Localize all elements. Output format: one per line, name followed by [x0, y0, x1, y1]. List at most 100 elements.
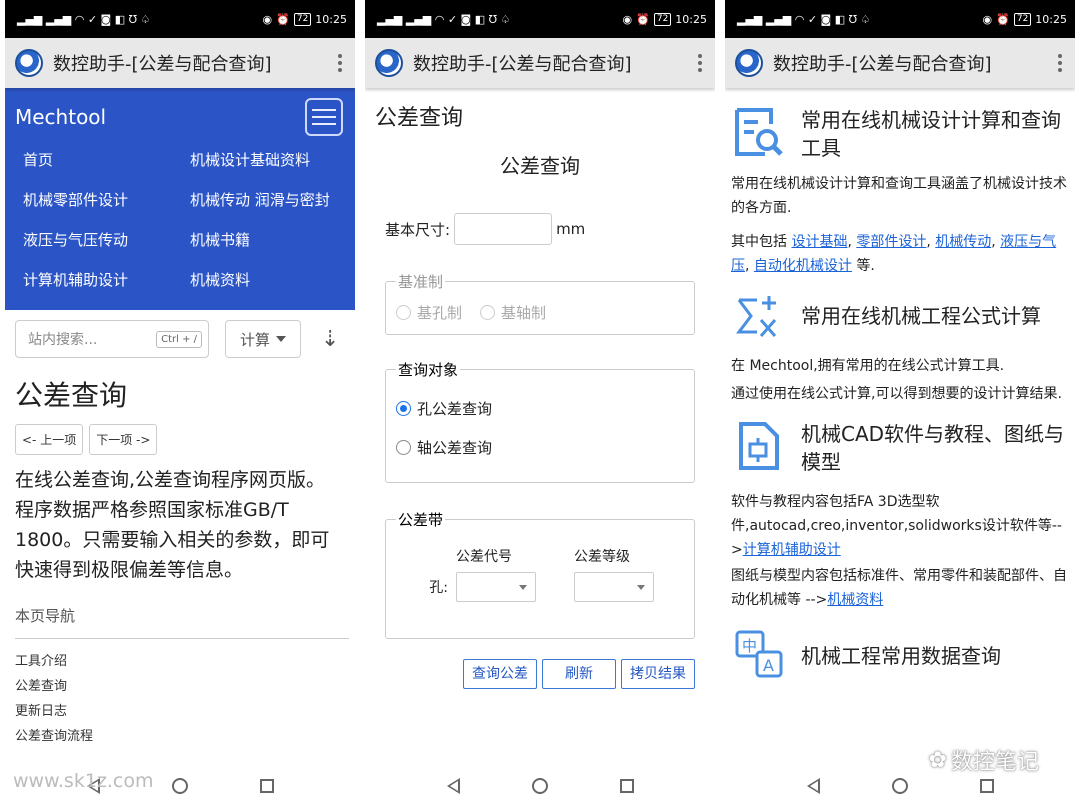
toc-item[interactable]: 工具介绍 — [15, 649, 355, 674]
cad-drawing-icon — [739, 422, 779, 470]
link-cad[interactable]: 计算机辅助设计 — [743, 542, 841, 558]
menu-item-materials[interactable]: 机械资料 — [190, 260, 355, 300]
overflow-menu-icon[interactable] — [1057, 54, 1063, 72]
tolerance-grade-select[interactable] — [574, 572, 654, 602]
expand-collapse-icon[interactable]: ⇣ — [321, 327, 339, 352]
menu-item-books[interactable]: 机械书籍 — [190, 220, 355, 260]
hamburger-icon[interactable] — [305, 98, 343, 136]
toc-item[interactable]: 更新日志 — [15, 699, 355, 724]
formula-sigma-icon — [736, 296, 777, 337]
watermark-text: 数控笔记 — [950, 750, 1039, 775]
base-system-group: 基准制 基孔制 基轴制 — [385, 271, 695, 335]
hole-basis-label: 基孔制 — [417, 304, 463, 322]
recents-icon[interactable] — [979, 779, 994, 793]
menu-item-cad[interactable]: 计算机辅助设计 — [23, 260, 190, 300]
toc-title: 本页导航 — [15, 605, 349, 639]
recents-icon[interactable] — [259, 779, 274, 793]
page-content: 公差查询 公差查询 基本尺寸: mm 基准制 基孔制 基轴制 查询对象 孔公差查… — [365, 88, 715, 762]
svg-text:A: A — [763, 656, 774, 675]
signal-icons: ▂▄▆ ▂▄▆ ◠ ✓ ◙ ◧ ℧ ♤ — [17, 12, 151, 26]
tools-links: 其中包括 设计基础, 零部件设计, 机械传动, 液压与气压, 自动化机械设计 等… — [731, 234, 1057, 274]
menu-item-design-basics[interactable]: 机械设计基础资料 — [190, 140, 355, 180]
status-bar: ▂▄▆ ▂▄▆ ◠ ✓ ◙ ◧ ℧ ♤ ◉ ⏰ 72 10:25 — [725, 0, 1075, 38]
link-transmission[interactable]: 机械传动 — [935, 234, 991, 250]
formulas-desc-1: 在 Mechtool,拥有常用的在线公式计算工具. — [731, 358, 1005, 374]
tolerance-code-select[interactable] — [456, 572, 536, 602]
calc-dropdown[interactable]: 计算 — [225, 320, 301, 358]
hole-basis-radio[interactable] — [396, 305, 411, 320]
copy-result-button[interactable]: 拷贝结果 — [621, 659, 695, 689]
tolerance-grade-header: 公差等级 — [574, 549, 630, 565]
shortcut-hint: Ctrl + / — [156, 330, 202, 348]
clock: 10:25 — [675, 12, 707, 26]
link-automation[interactable]: 自动化机械设计 — [754, 258, 852, 274]
base-system-legend: 基准制 — [398, 273, 444, 291]
link-components[interactable]: 零部件设计 — [856, 234, 926, 250]
cad-desc-2: 图纸与模型内容包括标准件、常用零件和装配部件、自动化机械等 -->机械资料 — [731, 564, 1067, 612]
hole-row-label: 孔: — [429, 580, 448, 596]
section-title-data: 机械工程常用数据查询 — [801, 644, 1001, 668]
section-heading: 公差查询 — [375, 106, 464, 131]
size-unit: mm — [556, 220, 586, 238]
back-icon[interactable] — [446, 778, 460, 794]
query-target-group: 查询对象 孔公差查询 轴公差查询 — [385, 359, 695, 483]
menu-item-hydraulics[interactable]: 液压与气压传动 — [23, 220, 190, 260]
search-input[interactable]: 站内搜索... Ctrl + / — [15, 320, 209, 358]
link-design-basics[interactable]: 设计基础 — [791, 234, 847, 250]
alarm-icon: ⏰ — [636, 12, 650, 26]
tolerance-code-header: 公差代号 — [456, 549, 512, 565]
basic-size-input[interactable] — [454, 213, 553, 245]
next-button[interactable]: 下一项 -> — [89, 424, 158, 455]
shaft-query-label: 轴公差查询 — [417, 439, 493, 457]
chevron-down-icon — [276, 336, 286, 342]
home-icon[interactable] — [171, 778, 188, 794]
refresh-button[interactable]: 刷新 — [542, 659, 616, 689]
shaft-basis-radio[interactable] — [480, 305, 496, 320]
intro-text: 在线公差查询,公差查询程序网页版。程序数据严格参照国家标准GB/T 1800。只… — [15, 469, 330, 581]
back-icon[interactable] — [806, 778, 820, 794]
brand-link[interactable]: Mechtool — [15, 100, 355, 134]
nav-menu: Mechtool 首页 机械设计基础资料 机械零部件设计 机械传动 润滑与密封 … — [5, 88, 355, 310]
recents-icon[interactable] — [619, 779, 634, 793]
tolerance-band-legend: 公差带 — [398, 511, 444, 529]
app-title: 数控助手-[公差与配合查询] — [413, 54, 632, 75]
hole-query-radio[interactable] — [396, 401, 411, 416]
toc-item[interactable]: 公差查询流程 — [15, 724, 355, 749]
eye-icon: ◉ — [262, 12, 273, 26]
hole-query-label: 孔公差查询 — [417, 400, 493, 418]
form-title: 公差查询 — [500, 154, 580, 178]
status-bar: ▂▄▆ ▂▄▆ ◠ ✓ ◙ ◧ ℧ ♤ ◉ ⏰ 72 10:25 — [365, 0, 715, 38]
page-title: 公差查询 — [15, 379, 128, 412]
menu-item-home[interactable]: 首页 — [23, 140, 190, 180]
tools-desc: 常用在线机械设计计算和查询工具涵盖了机械设计技术的各方面. — [731, 176, 1067, 216]
alarm-icon: ⏰ — [276, 12, 290, 26]
svg-text:中: 中 — [742, 637, 757, 655]
section-title-cad: 机械CAD软件与教程、图纸与模型 — [801, 422, 1065, 474]
eye-icon: ◉ — [982, 12, 993, 26]
shaft-basis-label: 基轴制 — [501, 304, 547, 322]
overflow-menu-icon[interactable] — [697, 54, 703, 72]
prev-button[interactable]: <- 上一项 — [15, 424, 84, 455]
app-logo-icon — [15, 49, 43, 77]
signal-icons: ▂▄▆ ▂▄▆ ◠ ✓ ◙ ◧ ℧ ♤ — [377, 12, 511, 26]
link-materials[interactable]: 机械资料 — [827, 592, 883, 608]
links-suffix: 等. — [851, 258, 875, 274]
menu-item-components[interactable]: 机械零部件设计 — [23, 180, 190, 220]
overflow-menu-icon[interactable] — [337, 54, 343, 72]
size-label: 基本尺寸: — [385, 220, 451, 239]
watermark: www.sk1z.com — [13, 770, 154, 792]
home-icon[interactable] — [891, 778, 908, 794]
shaft-query-radio[interactable] — [396, 440, 411, 455]
app-title: 数控助手-[公差与配合查询] — [773, 54, 992, 75]
toc-item[interactable]: 公差查询 — [15, 674, 355, 699]
home-icon[interactable] — [531, 778, 548, 794]
cad-desc-1: 软件与教程内容包括FA 3D选型软件,autocad,creo,inventor… — [731, 490, 1067, 562]
menu-item-transmission[interactable]: 机械传动 润滑与密封 — [190, 180, 355, 220]
signal-icons: ▂▄▆ ▂▄▆ ◠ ✓ ◙ ◧ ℧ ♤ — [737, 12, 871, 26]
system-nav-bar — [365, 762, 715, 810]
query-tolerance-button[interactable]: 查询公差 — [463, 659, 537, 689]
phone-screen-3: ▂▄▆ ▂▄▆ ◠ ✓ ◙ ◧ ℧ ♤ ◉ ⏰ 72 10:25 数控助手-[公差与配… — [725, 0, 1075, 810]
clock: 10:25 — [1035, 12, 1067, 26]
section-title-formulas: 常用在线机械工程公式计算 — [801, 304, 1041, 328]
section-title-tools: 常用在线机械设计计算和查询工具 — [801, 108, 1061, 160]
